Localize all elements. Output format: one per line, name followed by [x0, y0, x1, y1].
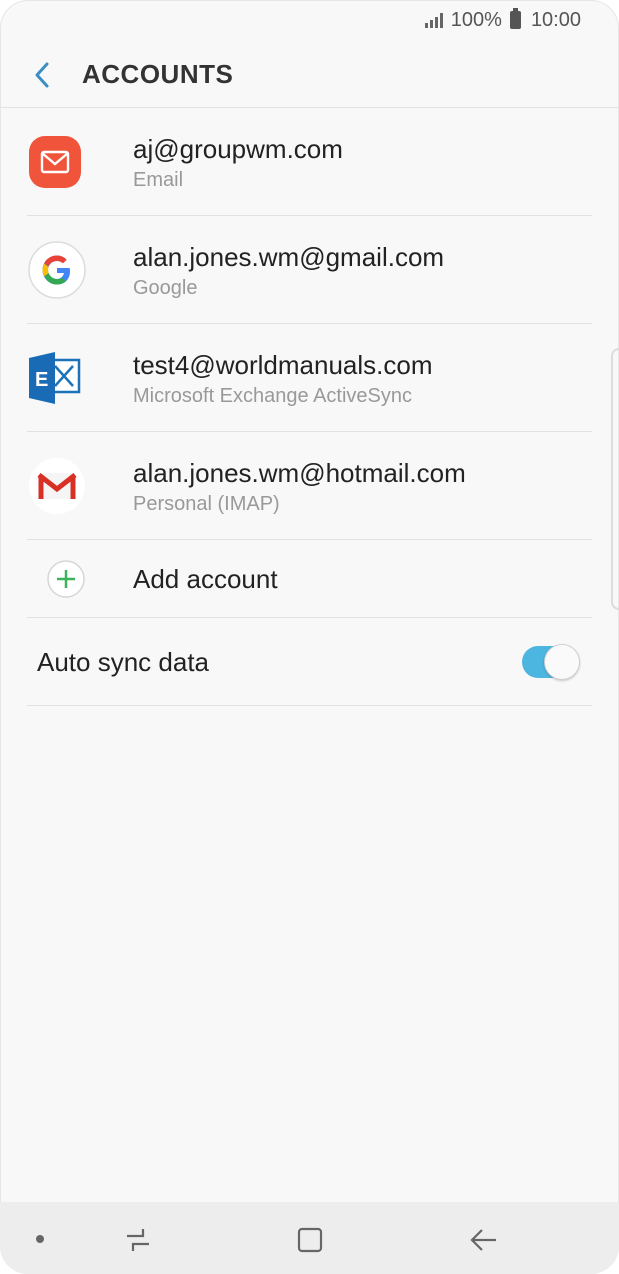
auto-sync-label: Auto sync data: [37, 646, 209, 677]
account-row-google[interactable]: alan.jones.wm@gmail.com Google: [27, 216, 592, 324]
auto-sync-row[interactable]: Auto sync data: [27, 618, 592, 706]
home-icon: [297, 1227, 323, 1253]
account-row-email[interactable]: aj@groupwm.com Email: [27, 108, 592, 216]
home-button[interactable]: [290, 1220, 330, 1260]
signal-icon: [424, 12, 443, 28]
back-button[interactable]: [22, 55, 62, 95]
account-email: alan.jones.wm@gmail.com: [133, 241, 445, 272]
account-type: Personal (IMAP): [133, 492, 280, 515]
add-account-button[interactable]: Add account: [27, 540, 592, 618]
navigation-bar: [0, 1202, 619, 1274]
back-nav-button[interactable]: [463, 1220, 503, 1260]
account-email: alan.jones.wm@hotmail.com: [133, 457, 466, 488]
exchange-icon: E: [29, 352, 81, 404]
scrollbar[interactable]: [611, 348, 619, 610]
auto-sync-toggle[interactable]: [522, 644, 580, 680]
battery-icon: [509, 8, 521, 29]
account-row-exchange[interactable]: E test4@worldmanuals.com Microsoft Excha…: [27, 324, 592, 432]
email-app-icon: [29, 136, 81, 188]
phone-screen: 100% 10:00 ACCOUNTS aj@groupwm.com Email: [0, 0, 619, 1274]
account-type: Email: [133, 168, 184, 191]
app-bar: ACCOUNTS: [0, 42, 619, 108]
back-arrow-icon: [470, 1229, 496, 1251]
add-account-label: Add account: [133, 563, 278, 594]
account-row-imap[interactable]: alan.jones.wm@hotmail.com Personal (IMAP…: [27, 432, 592, 540]
gmail-icon: [29, 458, 85, 514]
account-email: aj@groupwm.com: [133, 133, 343, 164]
recent-apps-button[interactable]: [118, 1220, 158, 1260]
account-type: Microsoft Exchange ActiveSync: [133, 384, 413, 407]
svg-text:E: E: [35, 369, 48, 391]
accounts-list: aj@groupwm.com Email alan.jones.wm@gmail…: [0, 108, 619, 706]
toggle-knob: [544, 644, 580, 680]
menu-dot-icon[interactable]: [36, 1235, 44, 1243]
clock: 10:00: [530, 8, 581, 31]
plus-circle-icon: [47, 560, 85, 598]
back-chevron-icon: [35, 62, 49, 87]
recent-apps-icon: [127, 1229, 149, 1251]
page-title: ACCOUNTS: [82, 59, 234, 89]
account-type: Google: [133, 276, 198, 299]
account-email: test4@worldmanuals.com: [133, 349, 433, 380]
google-icon: [28, 241, 86, 299]
battery-percent: 100%: [450, 8, 502, 31]
status-bar: 100% 10:00: [0, 0, 619, 40]
